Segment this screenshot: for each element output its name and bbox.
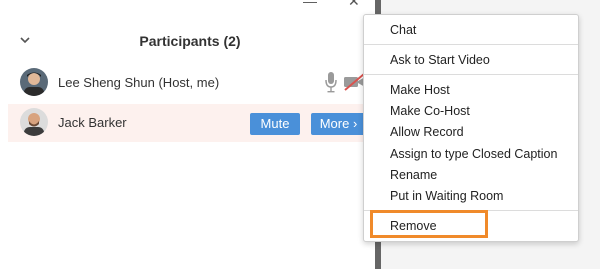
menu-item-rename[interactable]: Rename bbox=[390, 168, 437, 182]
minimize-icon[interactable]: — bbox=[303, 0, 317, 8]
panel-title: Participants (2) bbox=[139, 33, 241, 49]
menu-item-make-co-host[interactable]: Make Co-Host bbox=[390, 104, 470, 118]
participant-name: Jack Barker bbox=[58, 115, 127, 130]
avatar bbox=[20, 68, 48, 96]
chevron-down-icon[interactable] bbox=[18, 33, 32, 47]
participant-context-menu: Chat Ask to Start Video Make Host Make C… bbox=[363, 14, 579, 242]
mic-icon[interactable] bbox=[324, 70, 338, 94]
close-icon[interactable]: ✕ bbox=[348, 0, 360, 8]
menu-item-allow-record[interactable]: Allow Record bbox=[390, 125, 464, 139]
menu-separator bbox=[364, 74, 578, 75]
remove-highlight-box bbox=[370, 210, 488, 238]
avatar bbox=[20, 108, 48, 136]
participant-name: Lee Sheng Shun (Host, me) bbox=[58, 75, 220, 90]
menu-item-make-host[interactable]: Make Host bbox=[390, 83, 450, 97]
menu-item-chat[interactable]: Chat bbox=[390, 23, 416, 37]
participant-row[interactable]: Lee Sheng Shun (Host, me) bbox=[8, 64, 368, 102]
menu-item-ask-start-video[interactable]: Ask to Start Video bbox=[390, 53, 490, 67]
participant-row[interactable]: Jack Barker Mute More › bbox=[8, 104, 368, 142]
participants-panel: — ✕ Participants (2) Lee Sheng Shun (Hos… bbox=[0, 0, 375, 269]
menu-item-waiting-room[interactable]: Put in Waiting Room bbox=[390, 189, 503, 203]
more-button[interactable]: More › bbox=[311, 113, 366, 135]
menu-separator bbox=[364, 44, 578, 45]
mute-button[interactable]: Mute bbox=[250, 113, 300, 135]
menu-item-closed-caption[interactable]: Assign to type Closed Caption bbox=[390, 147, 557, 161]
